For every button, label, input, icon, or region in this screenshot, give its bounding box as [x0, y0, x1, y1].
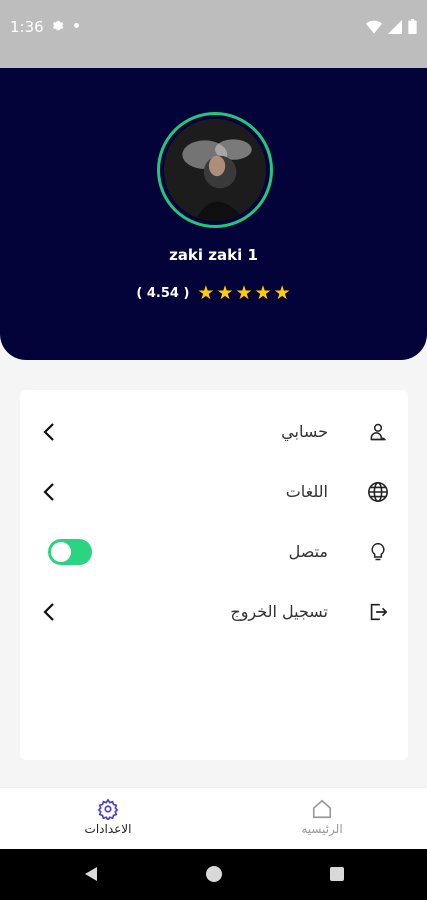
settings-item-logout[interactable]: تسجيل الخروج: [20, 592, 408, 632]
home-icon: [312, 799, 332, 819]
star-icon: ★: [254, 282, 272, 304]
chevron-left-icon[interactable]: [40, 420, 58, 444]
status-right-icons: [366, 19, 417, 34]
star-icon: ★: [197, 282, 215, 304]
nav-item-home[interactable]: الرئيسيه: [272, 798, 372, 836]
bottom-nav: الاعدادات الرئيسيه: [0, 787, 427, 849]
nav-item-settings[interactable]: الاعدادات: [58, 798, 158, 836]
home-button-icon[interactable]: [205, 865, 223, 883]
toggle-knob: [51, 542, 71, 562]
avatar-ring: [157, 112, 273, 228]
status-left-icons: [50, 18, 79, 32]
wifi-icon: [366, 20, 382, 34]
online-toggle[interactable]: [48, 539, 92, 565]
settings-item-label: متصل: [288, 542, 328, 561]
lightbulb-icon: [366, 540, 390, 564]
recents-icon[interactable]: [328, 865, 346, 883]
globe-icon: [366, 480, 390, 504]
settings-card: حسابي اللغات متصل تسجيل الخروج: [20, 390, 408, 760]
gear-icon: [97, 798, 119, 820]
settings-item-label: حسابي: [281, 422, 328, 441]
avatar[interactable]: [164, 119, 266, 221]
settings-item-label: اللغات: [285, 482, 328, 501]
user-icon: [366, 420, 390, 444]
chevron-left-icon[interactable]: [40, 480, 58, 504]
star-icon: ★: [235, 282, 253, 304]
settings-item-label: تسجيل الخروج: [230, 602, 328, 621]
settings-item-languages[interactable]: اللغات: [20, 472, 408, 512]
chevron-left-icon[interactable]: [40, 600, 58, 624]
nav-label-home: الرئيسيه: [301, 822, 343, 836]
settings-item-account[interactable]: حسابي: [20, 412, 408, 452]
gear-icon: [52, 20, 64, 31]
system-nav-bar: [0, 849, 427, 900]
notification-dot-icon: [74, 22, 79, 28]
status-time: 1:36: [10, 18, 44, 36]
rating-value: ( 4.54 ): [136, 286, 190, 301]
profile-header: zaki zaki 1 ( 4.54 ) ★ ★ ★ ★ ★: [0, 68, 427, 360]
nav-label-settings: الاعدادات: [84, 822, 132, 836]
status-bar: 1:36: [0, 0, 427, 68]
battery-icon: [408, 19, 417, 34]
settings-item-online: متصل: [20, 532, 408, 572]
avatar-photo-icon: [164, 119, 266, 221]
rating-row: ( 4.54 ) ★ ★ ★ ★ ★: [0, 284, 427, 303]
rating-stars: ★ ★ ★ ★ ★: [197, 284, 290, 303]
back-icon[interactable]: [82, 865, 100, 883]
logout-icon: [366, 600, 390, 624]
profile-name: zaki zaki 1: [169, 246, 258, 264]
signal-icon: [388, 19, 402, 34]
star-icon: ★: [216, 282, 234, 304]
star-icon: ★: [273, 282, 291, 304]
